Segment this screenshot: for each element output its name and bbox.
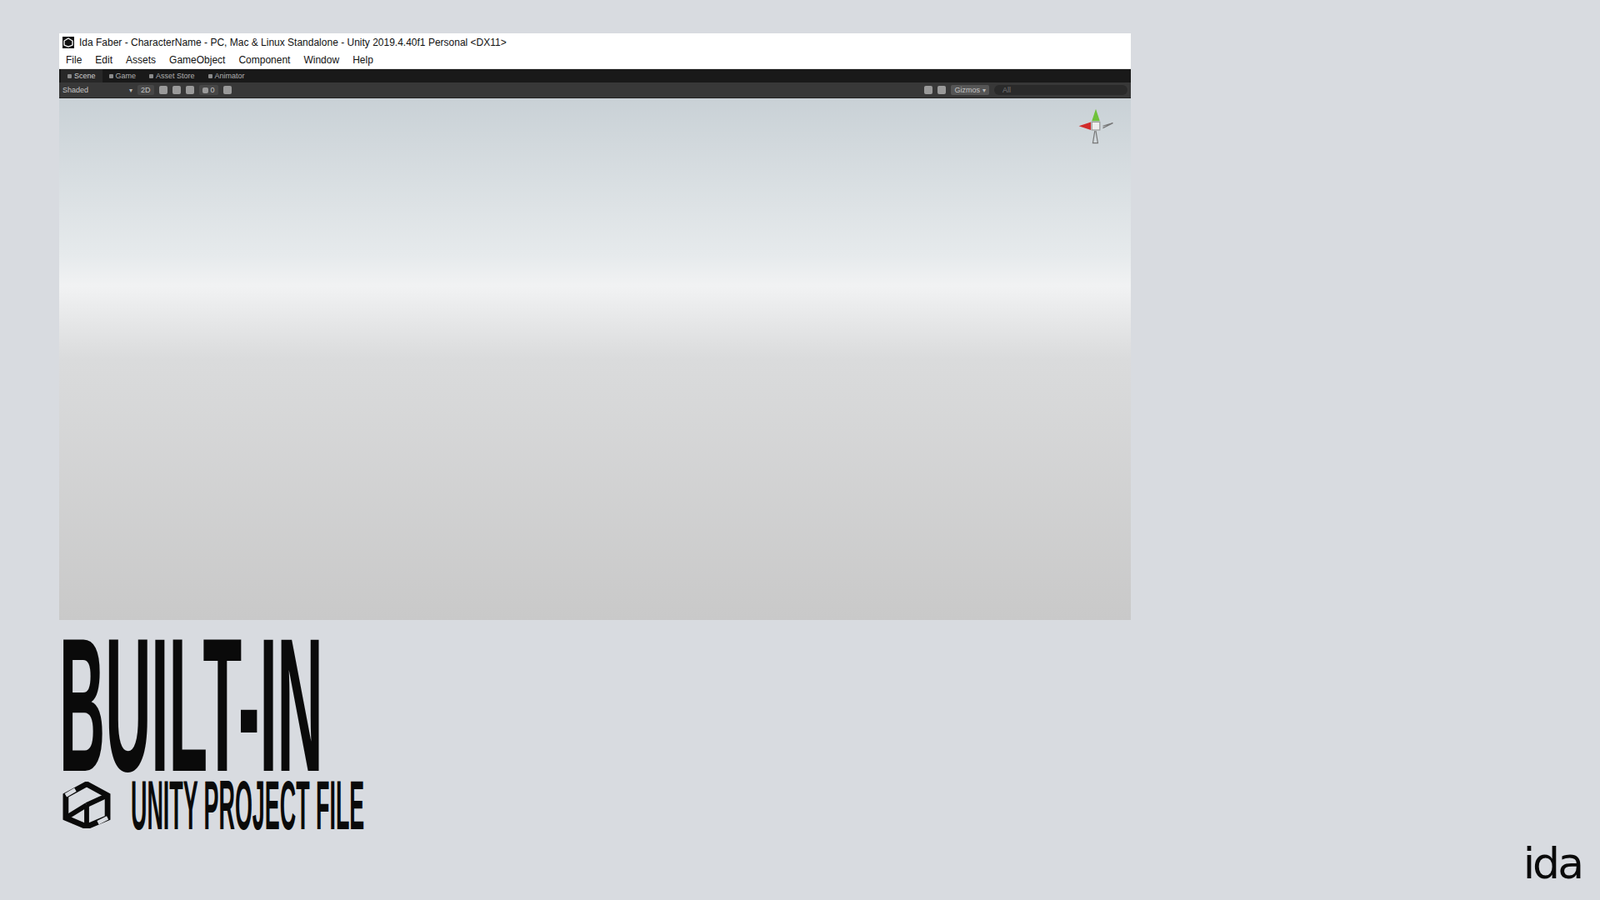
scene-toolbar: Shaded▾ 2D 0 Gizmos▾ All [59, 82, 1131, 99]
caret-icon: ▾ [129, 86, 133, 95]
menu-item[interactable]: Help [352, 54, 374, 66]
brand-logo: ida [1523, 841, 1582, 885]
menu-item[interactable]: Component [238, 54, 290, 66]
tab-icon [67, 74, 72, 79]
camera-icon[interactable] [937, 85, 946, 95]
audio-icon[interactable] [172, 85, 181, 95]
unity-window: Ida Faber - CharacterName - PC, Mac & Li… [59, 33, 1131, 620]
editor-tab[interactable]: Scene [60, 69, 103, 83]
title-bar: Ida Faber - CharacterName - PC, Mac & Li… [59, 33, 1131, 52]
unity-app-icon [62, 36, 75, 49]
light-icon[interactable] [159, 85, 168, 95]
menu-bar: File Edit Assets GameObject Component Window H… [59, 51, 1131, 70]
unity-logo-icon [60, 781, 113, 829]
tab-icon [208, 74, 213, 79]
hidden-count[interactable]: 0 [199, 85, 219, 95]
slide: Ida Faber - CharacterName - PC, Mac & Li… [0, 0, 1600, 900]
tools-icon[interactable] [924, 85, 933, 95]
gizmos-dropdown[interactable]: Gizmos▾ [950, 85, 990, 95]
editor-tab[interactable]: Animator [201, 69, 252, 83]
effects-icon[interactable] [185, 85, 195, 95]
2d-button[interactable]: 2D [137, 85, 155, 95]
subheading: UNITY PROJECT FILE [130, 775, 365, 835]
menu-item[interactable]: Window [303, 54, 340, 66]
tab-icon [149, 74, 154, 79]
editor-tab[interactable]: Game [102, 69, 144, 83]
scene-viewport[interactable] [59, 98, 1131, 620]
search-field[interactable]: All [994, 85, 1128, 95]
shading-dropdown[interactable]: Shaded▾ [62, 85, 133, 95]
menu-item[interactable]: Edit [95, 54, 113, 66]
menu-item[interactable]: Assets [125, 54, 156, 66]
eye-icon [202, 87, 209, 94]
menu-item[interactable]: GameObject [169, 54, 225, 66]
tab-bar: SceneGameAsset StoreAnimator [59, 69, 1131, 83]
caret-icon: ▾ [982, 86, 986, 95]
tab-icon [109, 74, 114, 79]
menu-item[interactable]: File [65, 54, 82, 66]
heading: BUILT-IN [59, 635, 1600, 775]
subheading-row: UNITY PROJECT FILE [59, 775, 1600, 835]
scene-gizmo-icon[interactable] [1070, 105, 1121, 155]
editor-tab[interactable]: Asset Store [142, 69, 202, 83]
grid-icon[interactable] [223, 85, 232, 95]
window-title: Ida Faber - CharacterName - PC, Mac & Li… [79, 36, 507, 49]
